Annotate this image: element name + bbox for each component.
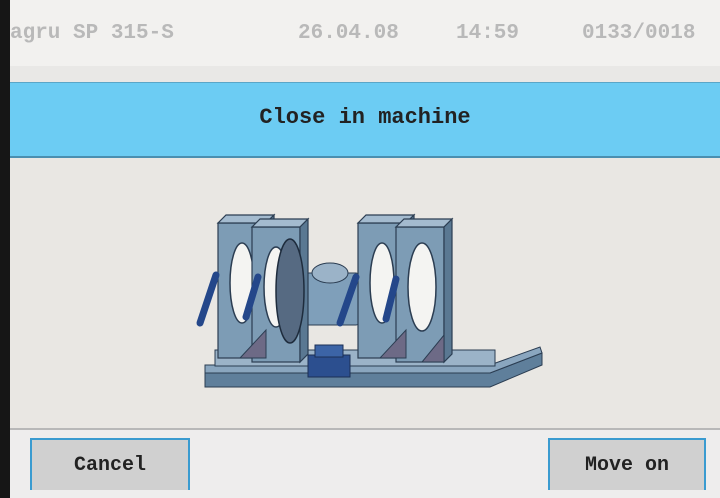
device-name: agru SP 315-S: [10, 22, 174, 45]
status-bar: agru SP 315-S 26.04.08 14:59 0133/0018: [10, 0, 720, 66]
welding-machine-illustration: [196, 213, 543, 388]
footer-bar: Cancel Move on: [10, 430, 720, 498]
move-on-button[interactable]: Move on: [548, 438, 706, 490]
status-separator: [10, 66, 720, 82]
machine-screen: agru SP 315-S 26.04.08 14:59 0133/0018 C…: [0, 0, 720, 498]
status-time: 14:59: [456, 22, 520, 45]
title-bar: Close in machine: [10, 82, 720, 158]
status-date: 26.04.08: [298, 22, 399, 45]
page-title: Close in machine: [259, 105, 471, 130]
weld-counter: 0133/0018: [582, 22, 696, 45]
screen-bezel: [0, 0, 10, 498]
cancel-button[interactable]: Cancel: [30, 438, 190, 490]
